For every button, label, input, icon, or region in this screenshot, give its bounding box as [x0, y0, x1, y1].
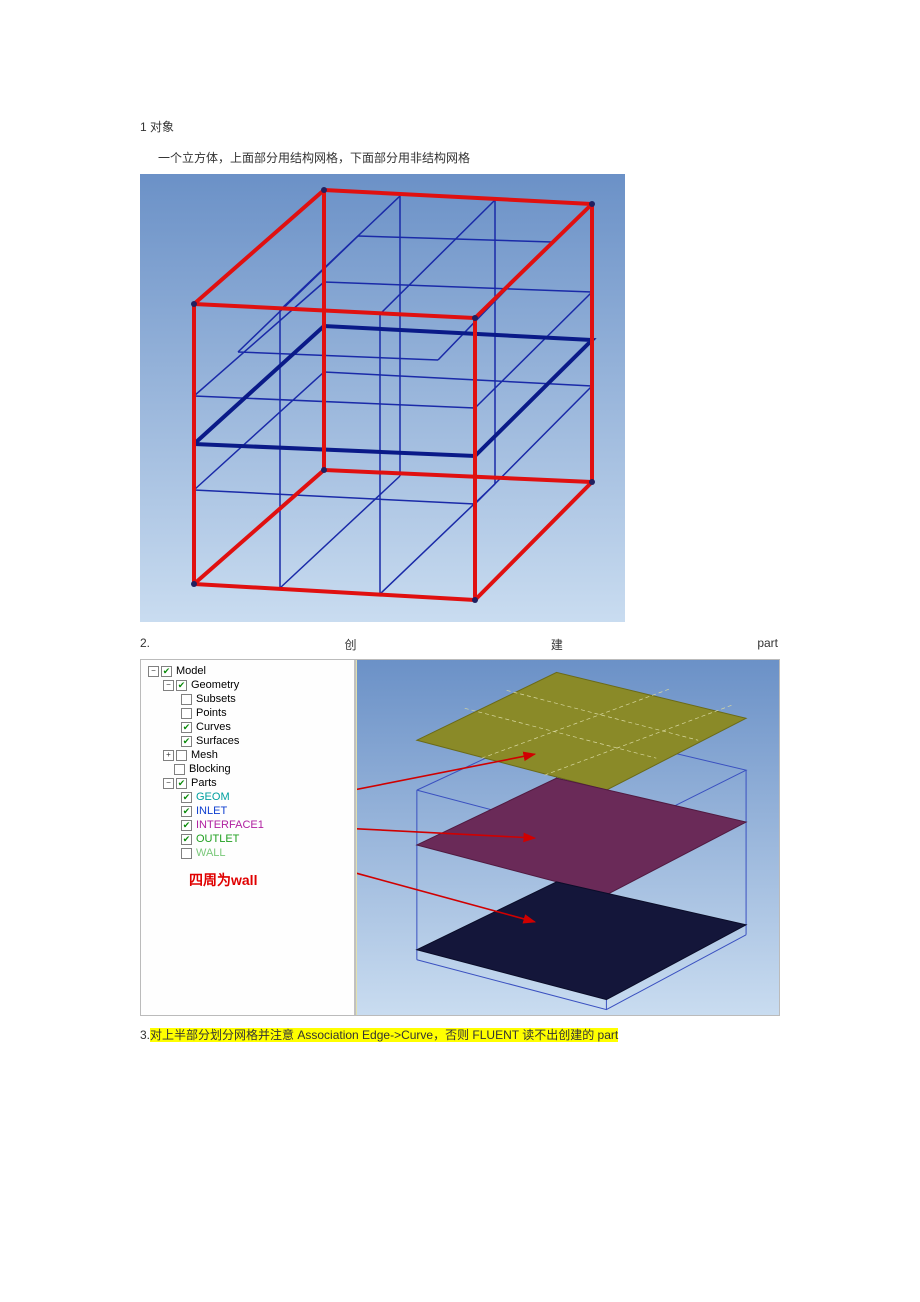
checkbox-icon[interactable]: [181, 806, 192, 817]
tree-surfaces[interactable]: Surfaces: [145, 734, 354, 748]
checkbox-icon[interactable]: [176, 778, 187, 789]
tree-wall[interactable]: WALL: [145, 846, 354, 860]
checkbox-icon[interactable]: [174, 764, 185, 775]
tree-parts[interactable]: − Parts: [145, 776, 354, 790]
wall-annotation: 四周为wall: [189, 870, 257, 890]
tree-subsets[interactable]: Subsets: [145, 692, 354, 706]
section2-num: 2.: [140, 636, 150, 653]
section2-right: part: [757, 636, 778, 653]
checkbox-icon[interactable]: [181, 708, 192, 719]
viewport-parts[interactable]: [356, 660, 779, 1015]
tree-interface[interactable]: INTERFACE1: [145, 818, 354, 832]
checkbox-icon[interactable]: [181, 736, 192, 747]
checkbox-icon[interactable]: [181, 722, 192, 733]
checkbox-icon[interactable]: [181, 694, 192, 705]
figure-cube-wireframe: [140, 174, 625, 622]
section3-text: 对上半部分划分网格并注意 Association Edge->Curve，否则 …: [150, 1028, 618, 1042]
checkbox-icon[interactable]: [161, 666, 172, 677]
checkbox-icon[interactable]: [181, 848, 192, 859]
section2-row: 2. 创 建 part: [140, 636, 778, 653]
tree-model[interactable]: − Model: [145, 664, 354, 678]
tree-outlet[interactable]: OUTLET: [145, 832, 354, 846]
section3-line: 3.对上半部分划分网格并注意 Association Edge->Curve，否…: [140, 1026, 780, 1043]
checkbox-icon[interactable]: [181, 792, 192, 803]
collapse-icon[interactable]: −: [163, 778, 174, 789]
section2-mid1: 创: [344, 636, 356, 653]
tree-geometry[interactable]: − Geometry: [145, 678, 354, 692]
expand-icon[interactable]: +: [163, 750, 174, 761]
tree-points[interactable]: Points: [145, 706, 354, 720]
tree-inlet[interactable]: INLET: [145, 804, 354, 818]
tree-geom[interactable]: GEOM: [145, 790, 354, 804]
tree-curves[interactable]: Curves: [145, 720, 354, 734]
checkbox-icon[interactable]: [181, 834, 192, 845]
tree-mesh[interactable]: + Mesh: [145, 748, 354, 762]
tree-blocking[interactable]: Blocking: [145, 762, 354, 776]
tree-panel: − Model − Geometry Subsets Points Curves: [141, 660, 356, 1015]
checkbox-icon[interactable]: [176, 680, 187, 691]
figure-parts-tree: − Model − Geometry Subsets Points Curves: [140, 659, 780, 1016]
section1-desc: 一个立方体，上面部分用结构网格，下面部分用非结构网格: [158, 149, 780, 166]
section2-mid2: 建: [551, 636, 563, 653]
checkbox-icon[interactable]: [181, 820, 192, 831]
section3-num: 3.: [140, 1028, 150, 1042]
checkbox-icon[interactable]: [176, 750, 187, 761]
collapse-icon[interactable]: −: [163, 680, 174, 691]
section1-heading: 1 对象: [140, 118, 780, 135]
collapse-icon[interactable]: −: [148, 666, 159, 677]
